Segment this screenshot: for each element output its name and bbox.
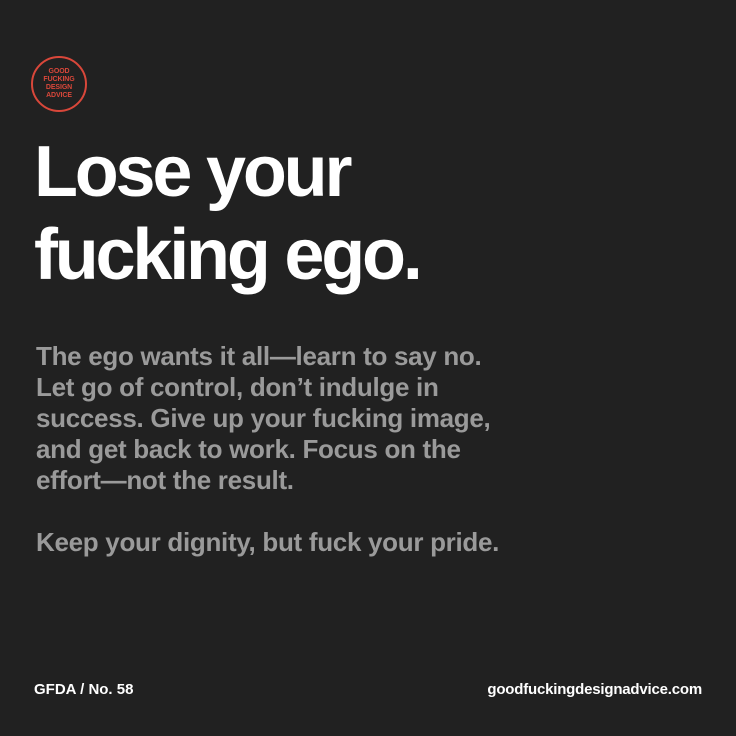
headline-line-2: fucking ego. — [34, 215, 423, 295]
gfda-logo-badge: GOOD FUCKING DESIGN ADVICE — [31, 56, 87, 112]
badge-line-4: ADVICE — [46, 92, 72, 99]
body-line-4: and get back to work. Focus on the — [36, 434, 461, 464]
issue-number: GFDA / No. 58 — [34, 681, 134, 698]
body-text: The ego wants it all—learn to say no. Le… — [36, 341, 716, 558]
body-line-5: effort—not the result. — [36, 465, 294, 495]
headline-line-1: Lose your — [34, 132, 352, 212]
body-closing-line: Keep your dignity, but fuck your pride. — [36, 527, 500, 557]
badge-line-3: DESIGN — [45, 84, 73, 91]
headline: Lose your fucking ego. — [34, 131, 714, 297]
body-line-3: success. Give up your fucking image, — [36, 403, 491, 433]
body-line-1: The ego wants it all—learn to say no. — [36, 341, 482, 371]
badge-line-1: GOOD — [48, 68, 70, 75]
website-link[interactable]: goodfuckingdesignadvice.com — [487, 681, 702, 699]
poster: GOOD FUCKING DESIGN ADVICE Lose your fuc… — [0, 0, 736, 736]
body-line-2: Let go of control, don’t indulge in — [36, 372, 439, 402]
badge-line-2: FUCKING — [43, 76, 75, 83]
